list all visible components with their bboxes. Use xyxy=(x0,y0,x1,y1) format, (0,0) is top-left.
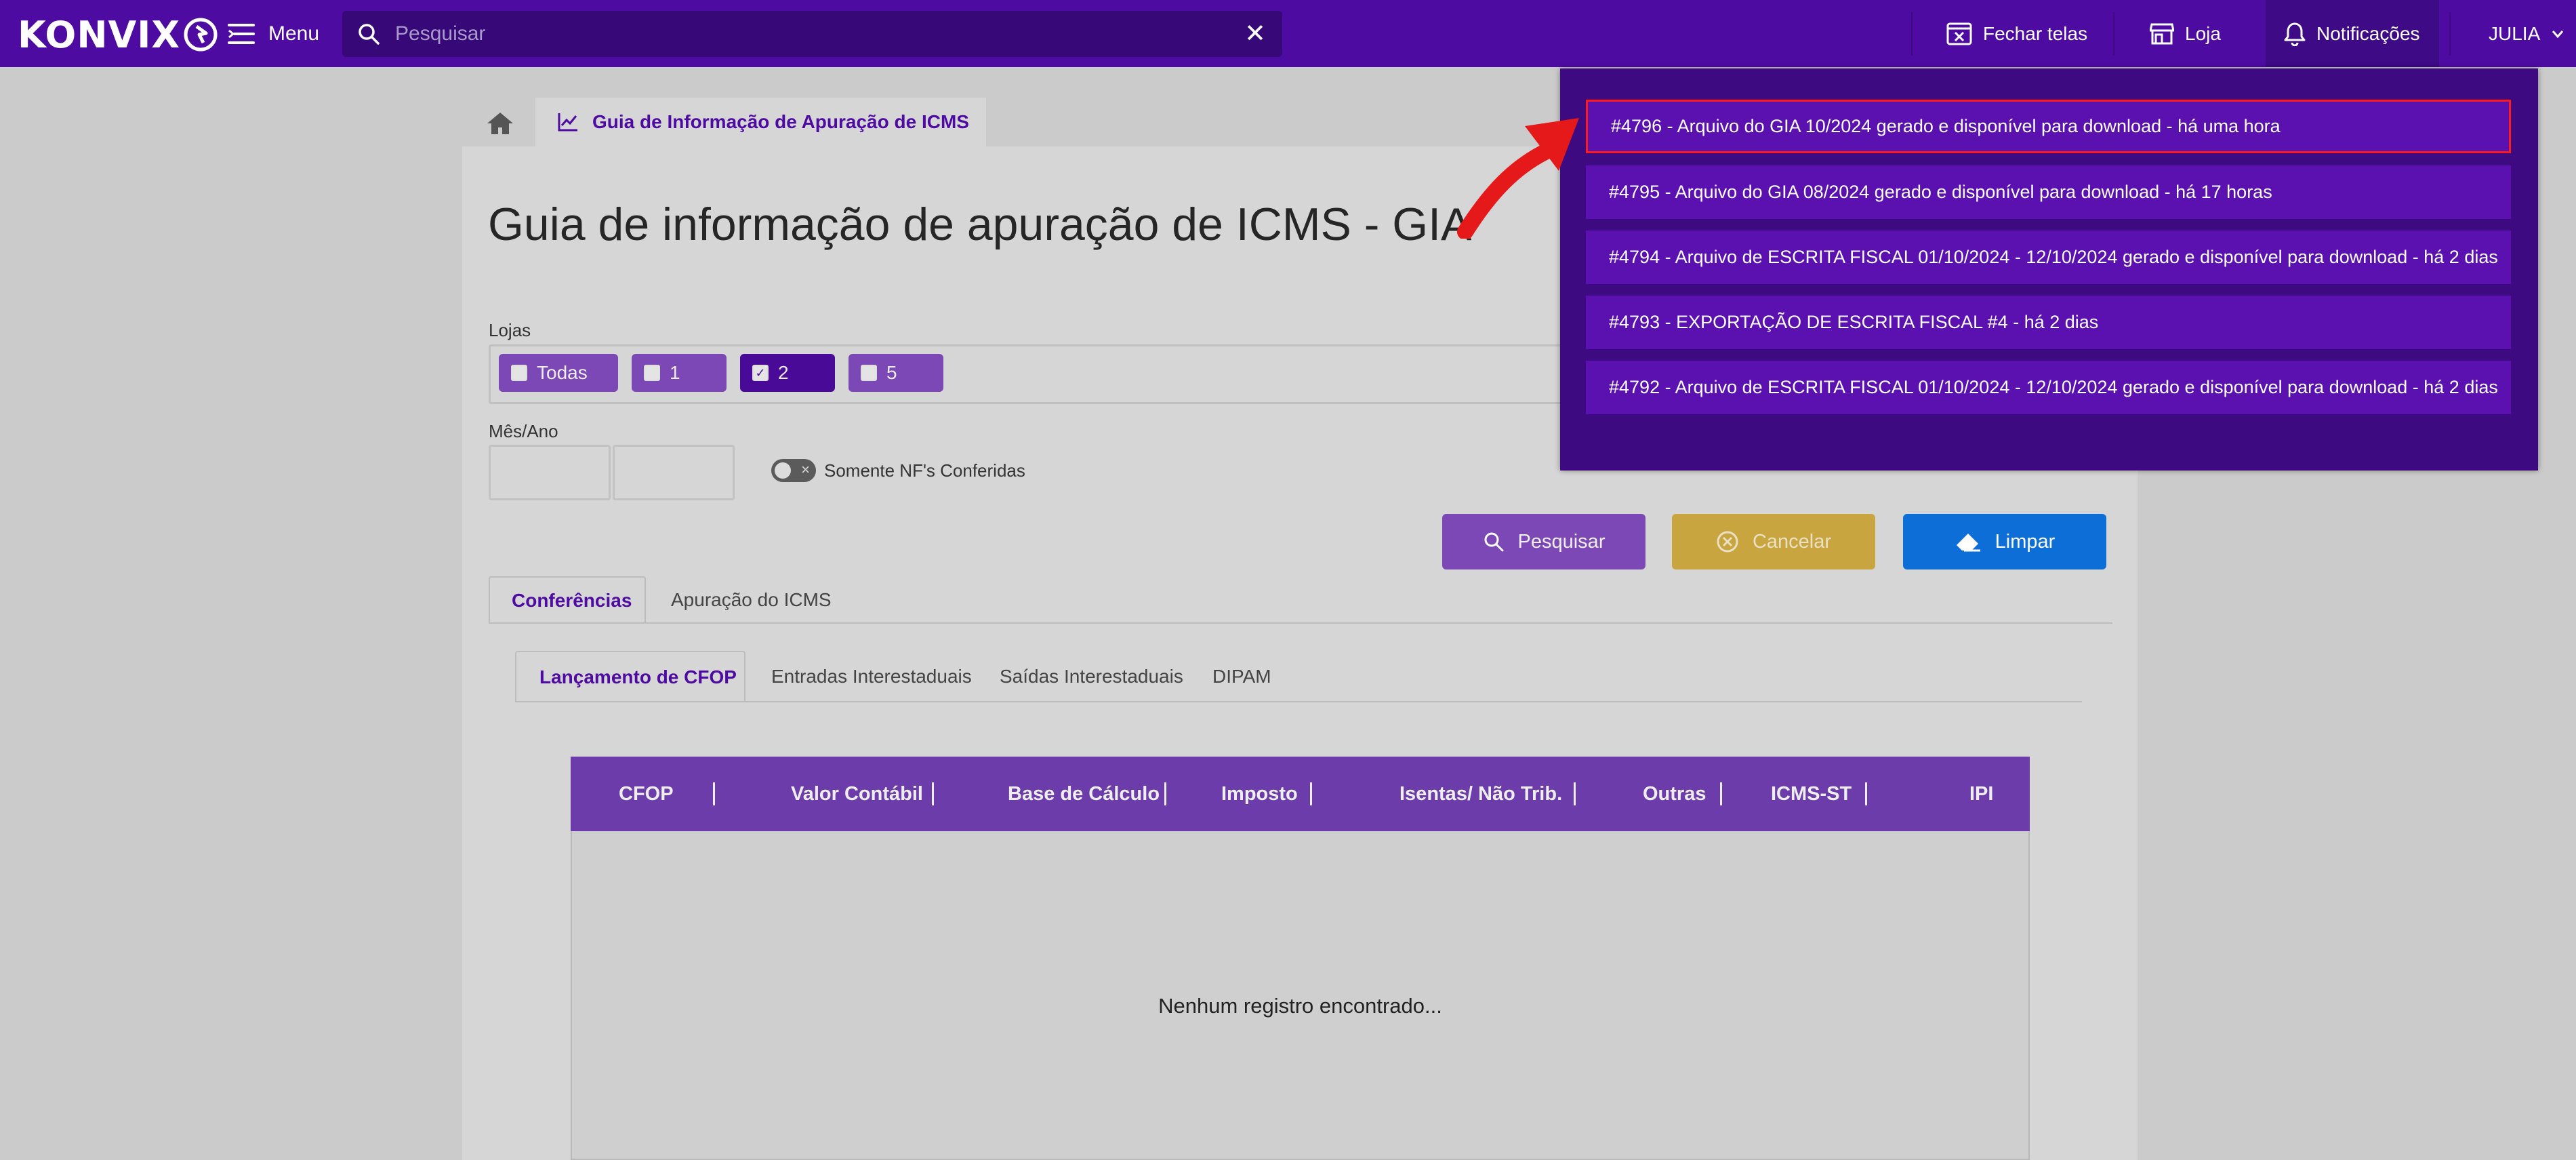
column-header-valor-contabil[interactable]: Valor Contábil xyxy=(791,757,923,831)
column-header-ipi[interactable]: IPI xyxy=(1969,757,1993,831)
store-label: Loja xyxy=(2185,22,2221,44)
subtab-label: Lançamento de CFOP xyxy=(539,666,737,687)
loja-chip-todas[interactable]: Todas xyxy=(499,354,618,392)
clear-button-label: Limpar xyxy=(1995,530,2056,553)
search-icon xyxy=(359,24,380,45)
loja-chip-1[interactable]: 1 xyxy=(632,354,727,392)
mes-ano-label: Mês/Ano xyxy=(489,421,558,441)
subtab-saidas[interactable]: Saídas Interestaduais xyxy=(1000,651,1183,702)
toggle-knob xyxy=(775,462,791,479)
home-icon xyxy=(487,113,513,134)
checkbox[interactable] xyxy=(644,365,660,381)
bell-icon xyxy=(2284,22,2306,46)
global-search: ✕ xyxy=(342,11,1282,57)
konvix-logo[interactable]: KONVIX xyxy=(18,12,218,57)
notification-item[interactable]: #4793 - EXPORTAÇÃO DE ESCRITA FISCAL #4 … xyxy=(1586,296,2511,349)
loja-label: Todas xyxy=(537,362,588,383)
close-window-icon xyxy=(1946,22,1972,45)
notification-item[interactable]: #4796 - Arquivo do GIA 10/2024 gerado e … xyxy=(1586,100,2511,153)
column-header-outras[interactable]: Outras xyxy=(1643,757,1706,831)
user-name: JULIA xyxy=(2489,22,2541,44)
checkbox[interactable] xyxy=(861,365,877,381)
divider xyxy=(1911,12,1913,56)
column-header-base-calculo[interactable]: Base de Cálculo xyxy=(1008,757,1160,831)
notifications-label: Notificações xyxy=(2316,22,2420,44)
brand-mark-icon xyxy=(184,18,218,52)
tab-conferencias[interactable]: Conferências xyxy=(489,576,646,624)
divider xyxy=(2449,12,2451,56)
tab-apuracao-icms[interactable]: Apuração do ICMS xyxy=(671,576,832,624)
checkbox[interactable] xyxy=(511,365,527,381)
brand-name: KONVIX xyxy=(18,13,181,56)
mes-input[interactable] xyxy=(489,445,611,500)
toggle-off-icon: × xyxy=(801,461,810,478)
column-divider xyxy=(1574,782,1576,805)
subtab-label: Saídas Interestaduais xyxy=(1000,666,1183,687)
clear-button[interactable]: Limpar xyxy=(1903,514,2106,569)
page-title: Guia de informação de apuração de ICMS -… xyxy=(488,199,1472,250)
subtab-entradas[interactable]: Entradas Interestaduais xyxy=(771,651,972,702)
eraser-icon xyxy=(1956,534,1980,552)
subtab-dipam[interactable]: DIPAM xyxy=(1212,651,1271,702)
column-header-isentas[interactable]: Isentas/ Não Trib. xyxy=(1399,757,1562,831)
notifications-button[interactable]: Notificações xyxy=(2284,0,2420,67)
menu-button[interactable]: Menu xyxy=(228,14,319,54)
notification-item[interactable]: #4795 - Arquivo do GIA 08/2024 gerado e … xyxy=(1586,165,2511,219)
red-arrow-annotation xyxy=(1457,118,1579,239)
subtab-lancamento-cfop[interactable]: Lançamento de CFOP xyxy=(515,651,745,702)
column-divider xyxy=(1310,782,1312,805)
cancel-button[interactable]: Cancelar xyxy=(1672,514,1875,569)
chevron-down-icon xyxy=(2552,30,2564,38)
loja-chip-5[interactable]: 5 xyxy=(849,354,943,392)
loja-chip-2[interactable]: ✓ 2 xyxy=(740,354,835,392)
close-screens-label: Fechar telas xyxy=(1983,22,2088,44)
ano-input[interactable] xyxy=(613,445,735,500)
column-divider xyxy=(1865,782,1867,805)
checkbox-checked[interactable]: ✓ xyxy=(752,365,769,381)
column-divider xyxy=(1164,782,1166,805)
tab-gia[interactable]: Guia de Informação de Apuração de ICMS xyxy=(535,98,986,146)
subtab-label: DIPAM xyxy=(1212,666,1271,687)
column-header-icms-st[interactable]: ICMS-ST xyxy=(1771,757,1852,831)
store-button[interactable]: Loja xyxy=(2150,0,2221,67)
column-header-imposto[interactable]: Imposto xyxy=(1221,757,1298,831)
column-header-cfop[interactable]: CFOP xyxy=(619,757,674,831)
search-button-label: Pesquisar xyxy=(1517,530,1606,553)
tab-gia-label: Guia de Informação de Apuração de ICMS xyxy=(592,111,969,132)
divider xyxy=(2113,12,2114,56)
column-divider xyxy=(1720,782,1722,805)
subtabs-divider xyxy=(515,701,2082,702)
clear-search-icon[interactable]: ✕ xyxy=(1240,19,1270,49)
notification-item[interactable]: #4792 - Arquivo de ESCRITA FISCAL 01/10/… xyxy=(1586,361,2511,414)
user-menu-button[interactable]: JULIA xyxy=(2489,0,2564,67)
line-chart-icon xyxy=(558,113,577,132)
loja-label: 5 xyxy=(886,362,897,383)
notification-item[interactable]: #4794 - Arquivo de ESCRITA FISCAL 01/10/… xyxy=(1586,231,2511,284)
loja-label: 2 xyxy=(778,362,789,383)
menu-icon xyxy=(228,24,255,44)
lojas-label: Lojas xyxy=(489,320,531,340)
store-icon xyxy=(2150,23,2174,44)
loja-label: 1 xyxy=(670,362,680,383)
search-button[interactable]: Pesquisar xyxy=(1442,514,1645,569)
cancel-circle-icon xyxy=(1717,531,1738,553)
tab-label: Apuração do ICMS xyxy=(671,589,832,610)
close-screens-button[interactable]: Fechar telas xyxy=(1946,0,2087,67)
home-tab[interactable] xyxy=(469,100,531,146)
subtab-label: Entradas Interestaduais xyxy=(771,666,972,687)
empty-table-message: Nenhum registro encontrado... xyxy=(1158,994,1442,1018)
toggle-label: Somente NF's Conferidas xyxy=(824,460,1025,481)
search-icon xyxy=(1484,532,1504,552)
column-divider xyxy=(932,782,934,805)
nf-conferidas-toggle[interactable]: × xyxy=(771,459,816,482)
tab-label: Conferências xyxy=(512,590,632,611)
search-input[interactable] xyxy=(395,11,1208,57)
tabs-divider xyxy=(489,622,2112,624)
cancel-button-label: Cancelar xyxy=(1752,530,1832,553)
column-divider xyxy=(713,782,715,805)
menu-label: Menu xyxy=(268,22,320,45)
